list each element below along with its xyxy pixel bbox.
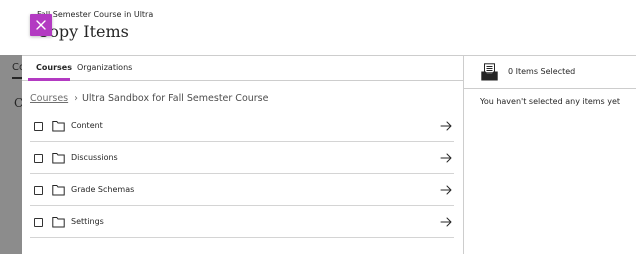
tab-courses[interactable]: Courses: [36, 63, 72, 72]
arrow-right-icon[interactable]: [440, 184, 452, 196]
background-page: Co C: [0, 0, 22, 254]
copy-items-panel: Fall Semester Course in Ultra Copy Items…: [22, 0, 636, 254]
active-tab-indicator: [28, 78, 70, 81]
selection-header: 0 Items Selected: [464, 56, 636, 89]
tray-icon: [481, 63, 498, 81]
list-item-content[interactable]: Content: [30, 110, 454, 142]
arrow-right-icon[interactable]: [440, 216, 452, 228]
item-label: Content: [71, 121, 103, 130]
close-button[interactable]: [30, 14, 52, 36]
list-item-settings[interactable]: Settings: [30, 206, 454, 238]
folder-icon: [52, 217, 65, 228]
item-label: Settings: [71, 217, 104, 226]
breadcrumb: Courses › Ultra Sandbox for Fall Semester …: [30, 93, 268, 104]
background-tab-underline: [12, 77, 22, 79]
selection-panel: 0 Items Selected You haven't selected an…: [463, 56, 636, 254]
item-checkbox[interactable]: [34, 186, 43, 195]
item-checkbox[interactable]: [34, 154, 43, 163]
item-checkbox[interactable]: [34, 218, 43, 227]
source-browser: Courses Organizations Courses › Ultra Sand…: [22, 56, 463, 254]
selected-count: 0 Items Selected: [508, 67, 576, 76]
course-subtitle: Fall Semester Course in Ultra: [37, 10, 154, 19]
panel-header: Fall Semester Course in Ultra Copy Items: [22, 0, 636, 56]
folder-icon: [52, 153, 65, 164]
arrow-right-icon[interactable]: [440, 120, 452, 132]
item-label: Discussions: [71, 153, 118, 162]
close-icon: [36, 20, 46, 30]
breadcrumb-separator: ›: [74, 93, 78, 104]
background-header: [0, 0, 22, 55]
tab-bar: Courses Organizations: [22, 56, 463, 81]
empty-selection-message: You haven't selected any items yet: [480, 97, 621, 106]
item-label: Grade Schemas: [71, 185, 135, 194]
folder-icon: [52, 121, 65, 132]
breadcrumb-courses-link[interactable]: Courses: [30, 93, 68, 104]
list-item-discussions[interactable]: Discussions: [30, 142, 454, 174]
folder-icon: [52, 185, 65, 196]
tab-organizations[interactable]: Organizations: [77, 63, 132, 72]
item-checkbox[interactable]: [34, 122, 43, 131]
background-text-fragment: C: [14, 96, 22, 110]
item-list: Content Discussions Grade Schemas Settin…: [30, 110, 454, 238]
background-text-fragment: Co: [12, 62, 22, 73]
arrow-right-icon[interactable]: [440, 152, 452, 164]
list-item-grade-schemas[interactable]: Grade Schemas: [30, 174, 454, 206]
breadcrumb-current: Ultra Sandbox for Fall Semester Course: [81, 93, 269, 104]
